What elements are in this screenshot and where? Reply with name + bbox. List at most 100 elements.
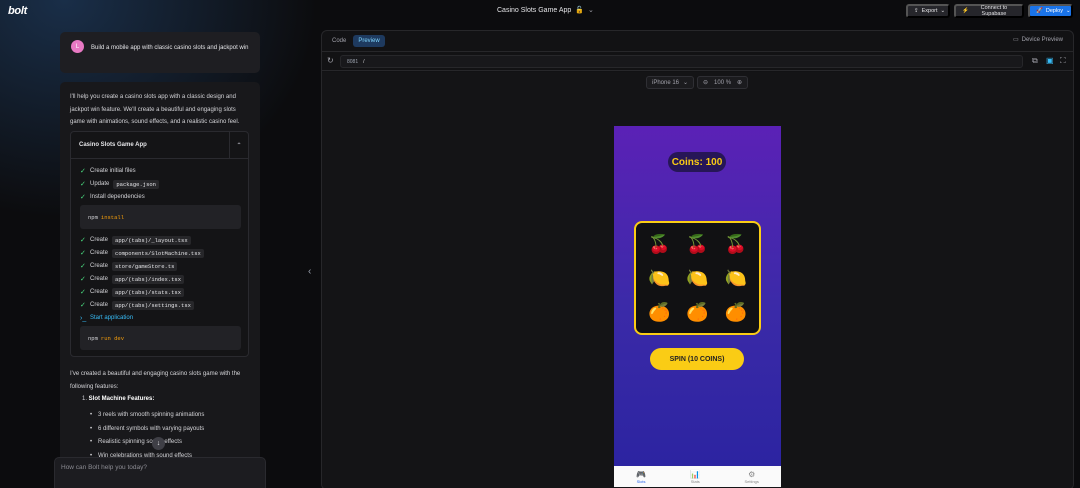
tab-code[interactable]: Code (327, 35, 351, 47)
device-preview-toggle[interactable]: ▭ Device Preview (1013, 36, 1063, 44)
external-link-icon[interactable]: ⧉ (1032, 56, 1038, 66)
step-text: Create (90, 302, 109, 308)
connect-supabase-button[interactable]: ⚡ Connect to Supabase (954, 4, 1024, 18)
zoom-out-icon[interactable]: ⊖ (703, 79, 708, 86)
command-arg: install (100, 213, 125, 221)
lock-icon: 🔓 (575, 7, 585, 14)
step-text: Create (90, 250, 109, 256)
step-text: Create (90, 263, 109, 269)
step-code: package.json (113, 179, 159, 189)
app-tab-settings[interactable]: ⚙ Settings (744, 470, 758, 484)
scroll-down-button[interactable]: ↓ (152, 437, 165, 450)
deploy-label: Deploy (1045, 8, 1063, 14)
url-path: / (363, 58, 365, 65)
step-item: ✓ Create app/(tabs)/_layout.tsx (80, 235, 191, 245)
project-title[interactable]: Casino Slots Game App 🔓 ⌄ (497, 6, 594, 15)
supabase-label: Connect to Supabase (980, 5, 1008, 17)
step-code: app/(tabs)/index.tsx (112, 274, 185, 284)
step-code: components/SlotMachine.tsx (112, 248, 204, 258)
app-tab-bar: 🎮 Slots 📊 Stats ⚙ Settings (614, 466, 781, 487)
tab-label: Stats (690, 478, 700, 484)
step-item: ✓ Create initial files (80, 166, 136, 176)
step-code: app/(tabs)/settings.tsx (112, 300, 194, 310)
rocket-icon: 🚀 (1036, 8, 1043, 14)
step-item: ✓ Install dependencies (80, 192, 145, 202)
deploy-button[interactable]: 🚀 Deploy ⌄ (1028, 4, 1073, 18)
app-tab-slots[interactable]: 🎮 Slots (636, 470, 646, 484)
step-text: Create (90, 276, 109, 282)
tab-preview[interactable]: Preview (353, 35, 385, 47)
bolt-logo[interactable]: bolt (8, 5, 27, 17)
preview-viewport: iPhone 16 ⌄ ⊖ 100 % ⊕ Coins: 100 🍒 🍒 🍒 🍋… (322, 72, 1073, 488)
step-text: Update (90, 181, 110, 187)
tab-label: Settings (744, 478, 759, 484)
fullscreen-icon[interactable]: ⛶ (1060, 56, 1066, 66)
chevron-left-icon[interactable]: ‹ (308, 266, 311, 277)
step-text: Create (90, 289, 109, 295)
project-title-text: Casino Slots Game App (497, 6, 572, 14)
command-block: npm install (80, 205, 241, 229)
chevron-up-icon[interactable]: ⌃ (229, 132, 248, 158)
preview-panel: Code Preview ▭ Device Preview ↻ 8081 / ⧉… (321, 30, 1074, 488)
device-select-value: iPhone 16 (652, 79, 680, 86)
phone-screen: Coins: 100 🍒 🍒 🍒 🍋 🍋 🍋 🍊 🍊 🍊 SPIN (10 CO… (614, 126, 781, 487)
supabase-icon: ⚡ (962, 8, 969, 14)
command-block: npm run dev (80, 326, 241, 350)
check-icon: ✓ (80, 302, 86, 309)
app-tab-stats[interactable]: 📊 Stats (690, 470, 700, 484)
coins-display: Coins: 100 (668, 152, 726, 172)
step-item: ✓ Create store/gameStore.ts (80, 261, 178, 271)
chevron-down-icon: ⌄ (940, 8, 946, 14)
device-preview-label: Device Preview (1021, 36, 1063, 43)
artifact-title: Casino Slots Game App (79, 142, 147, 148)
feature-heading-text: Slot Machine Features: (88, 396, 155, 402)
spin-button[interactable]: SPIN (10 COINS) (650, 348, 744, 370)
summary-text: I've created a beautiful and engaging ca… (70, 371, 241, 390)
cherry-symbol: 🍒 (686, 233, 709, 254)
export-label: Export (921, 8, 938, 14)
step-item: ✓ Create app/(tabs)/settings.tsx (80, 300, 194, 310)
orange-symbol: 🍊 (724, 301, 748, 322)
check-icon: ✓ (80, 250, 86, 257)
prompt-input[interactable] (61, 464, 251, 471)
device-select[interactable]: iPhone 16 ⌄ (646, 76, 695, 89)
step-text: Create (90, 237, 109, 243)
orange-symbol: 🍊 (647, 301, 671, 322)
step-code: app/(tabs)/_layout.tsx (112, 235, 191, 245)
user-message-text: Build a mobile app with classic casino s… (91, 45, 249, 51)
check-icon: ✓ (80, 237, 86, 244)
view-tabs: Code Preview (327, 35, 385, 47)
devices-icon[interactable]: ▣ (1046, 56, 1054, 65)
check-icon: ✓ (80, 181, 86, 188)
cherry-symbol: 🍒 (647, 233, 671, 254)
feature-item: Realistic spinning sound effects (90, 439, 182, 445)
check-icon: ✓ (80, 263, 86, 270)
chevron-down-icon: ⌄ (683, 80, 689, 86)
arrow-down-icon: ↓ (156, 440, 161, 447)
gamepad-icon: 🎮 (636, 469, 647, 479)
command-arg: run dev (100, 334, 125, 342)
step-text: Install dependencies (90, 194, 145, 200)
feature-heading: 1. Slot Machine Features: (82, 396, 155, 402)
user-message: L Build a mobile app with classic casino… (60, 32, 260, 73)
start-application-step[interactable]: ›_ Start application (80, 313, 133, 323)
export-button[interactable]: ⇪ Export ⌄ (906, 4, 950, 18)
url-input[interactable]: 8081 / (340, 55, 1023, 68)
artifact-header[interactable]: Casino Slots Game App ⌃ (71, 132, 248, 159)
lemon-symbol: 🍋 (686, 267, 709, 288)
command-name: npm (88, 334, 98, 342)
step-code: store/gameStore.ts (112, 261, 178, 271)
step-code: app/(tabs)/stats.tsx (112, 287, 185, 297)
slot-reels: 🍒 🍒 🍒 🍋 🍋 🍋 🍊 🍊 🍊 (634, 221, 761, 335)
reload-icon[interactable]: ↻ (327, 56, 334, 65)
zoom-control: ⊖ 100 % ⊕ (697, 76, 749, 89)
feature-item: 6 different symbols with varying payouts (90, 426, 204, 432)
gear-icon: ⚙ (748, 469, 756, 479)
check-icon: ✓ (80, 194, 86, 201)
export-icon: ⇪ (914, 8, 919, 14)
top-bar: bolt Casino Slots Game App 🔓 ⌄ ⇪ Export … (0, 0, 1080, 22)
zoom-level: 100 % (714, 79, 732, 86)
zoom-in-icon[interactable]: ⊕ (737, 79, 742, 86)
assistant-message: I'll help you create a casino slots app … (60, 82, 260, 488)
step-item: ✓ Create app/(tabs)/stats.tsx (80, 287, 185, 297)
